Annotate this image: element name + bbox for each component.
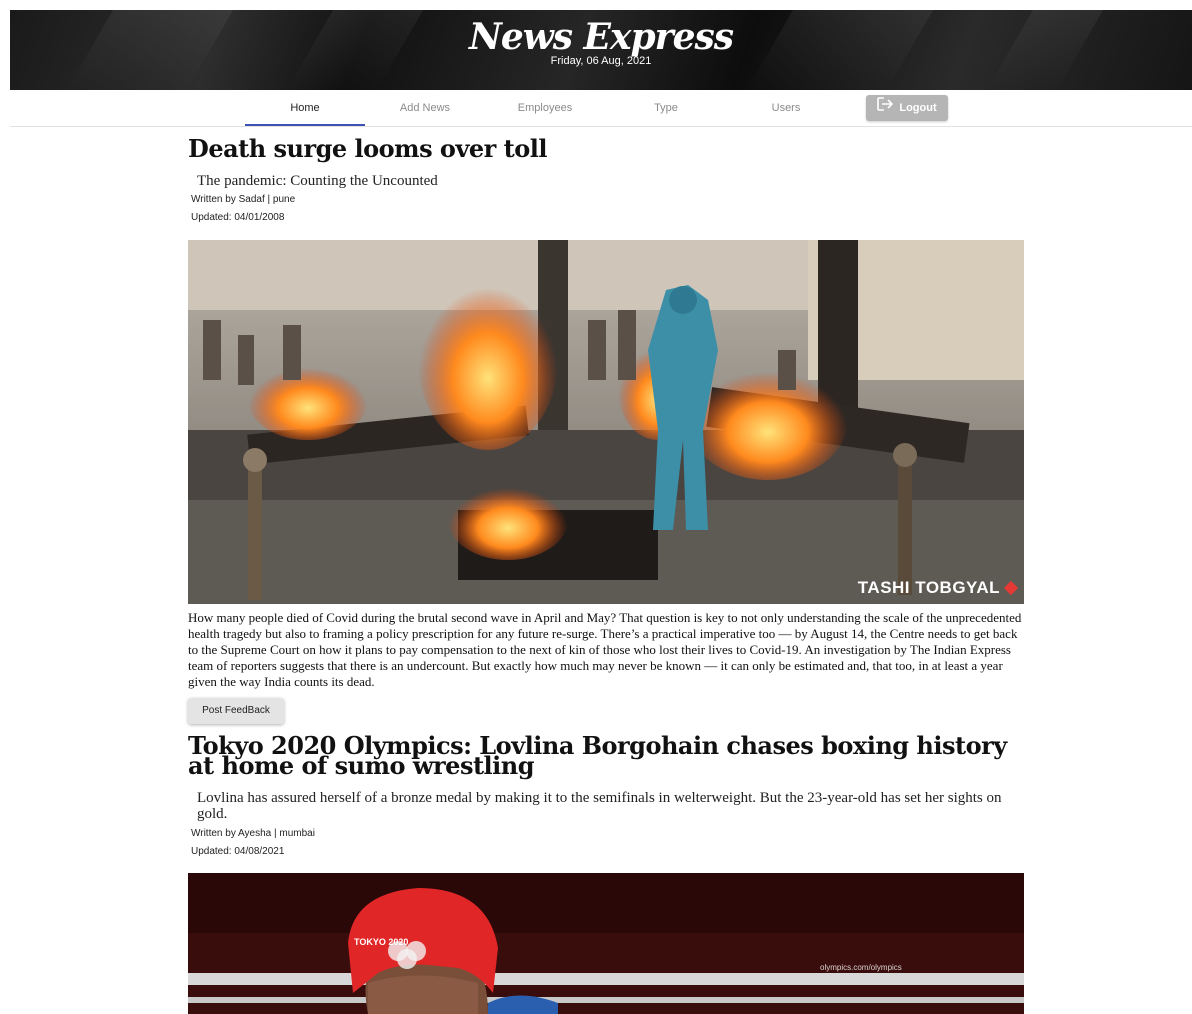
site-banner: News Express Friday, 06 Aug, 2021 xyxy=(10,10,1192,90)
tab-home[interactable]: Home xyxy=(245,90,365,126)
article-headline[interactable]: Tokyo 2020 Olympics: Lovlina Borgohain c… xyxy=(188,734,1024,778)
image-watermark: olympics.com/olympics xyxy=(820,963,902,972)
article-updated: Updated: 04/08/2021 xyxy=(191,846,285,857)
post-feedback-button[interactable]: Post FeedBack xyxy=(188,698,284,724)
tab-users[interactable]: Users xyxy=(726,90,846,126)
article-subhead: Lovlina has assured herself of a bronze … xyxy=(197,790,1002,822)
main-nav: Home Add News Employees Type Users Logou… xyxy=(10,90,1192,127)
article-headline[interactable]: Death surge looms over toll xyxy=(188,137,1024,161)
article-body: How many people died of Covid during the… xyxy=(188,610,1024,690)
article-subhead: The pandemic: Counting the Uncounted xyxy=(197,173,438,189)
image-credit: TASHI TOBGYAL xyxy=(858,578,1019,598)
tab-employees[interactable]: Employees xyxy=(485,90,605,126)
tab-add-news[interactable]: Add News xyxy=(365,90,485,126)
article-image: TASHI TOBGYAL xyxy=(188,240,1024,604)
article-card: Tokyo 2020 Olympics: Lovlina Borgohain c… xyxy=(188,734,1024,861)
helmet-label: TOKYO 2020 xyxy=(354,937,409,947)
article-body-text: How many people died of Covid during the… xyxy=(188,610,1022,689)
tab-type[interactable]: Type xyxy=(606,90,726,126)
article-updated: Updated: 04/01/2008 xyxy=(191,212,285,223)
article-byline: Written by Ayesha | mumbai xyxy=(191,828,315,839)
logout-label: Logout xyxy=(899,102,937,114)
article-byline: Written by Sadaf | pune xyxy=(191,194,296,205)
logout-icon xyxy=(877,95,894,121)
logout-button[interactable]: Logout xyxy=(866,95,948,121)
article-image: TOKYO 2020 olympics.com/olympics xyxy=(188,873,1024,1014)
current-date: Friday, 06 Aug, 2021 xyxy=(550,55,652,67)
site-title: News Express xyxy=(468,16,734,58)
article-card: Death surge looms over toll The pandemic… xyxy=(188,137,1024,227)
